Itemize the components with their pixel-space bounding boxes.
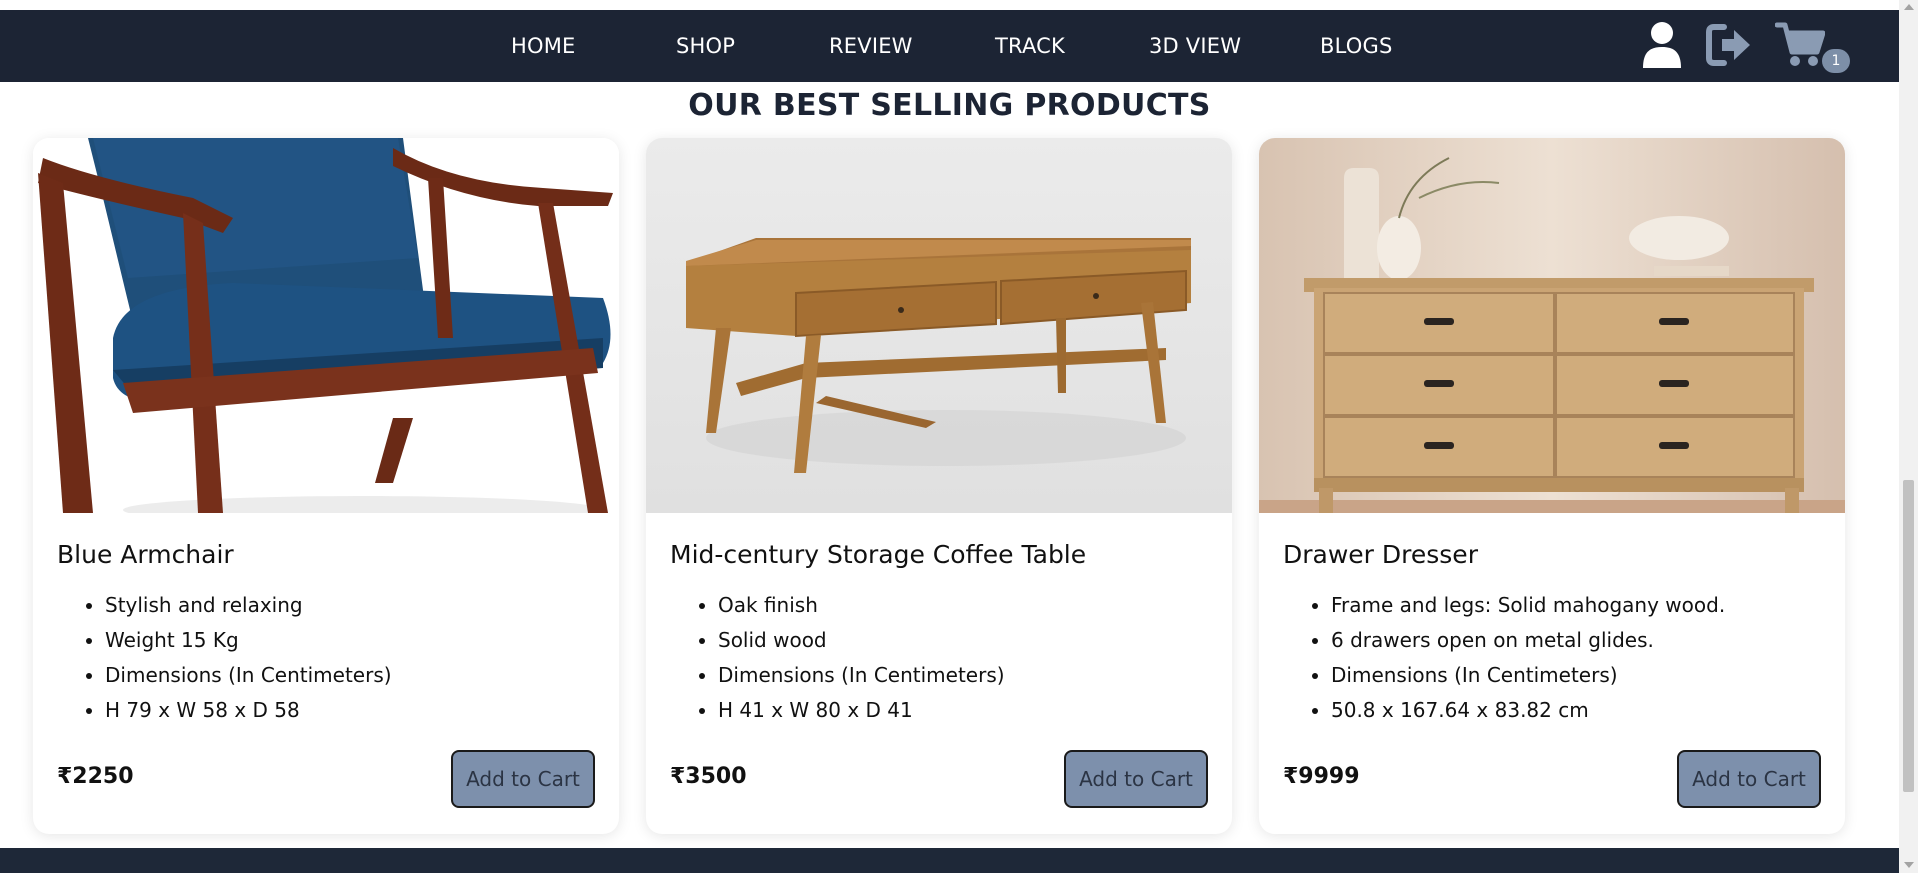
- product-card: Mid-century Storage Coffee Table Oak fin…: [646, 138, 1232, 834]
- nav-review[interactable]: REVIEW: [829, 10, 913, 82]
- blue-armchair-image: [33, 138, 619, 513]
- drawer-dresser-image: [1259, 138, 1845, 513]
- feature-item: Weight 15 Kg: [105, 623, 392, 658]
- scroll-up-arrow[interactable]: [1904, 4, 1914, 10]
- nav-track[interactable]: TRACK: [995, 10, 1065, 82]
- nav-blogs[interactable]: BLOGS: [1320, 10, 1393, 82]
- logout-icon[interactable]: [1706, 23, 1752, 67]
- product-name: Blue Armchair: [57, 540, 234, 569]
- product-features: Oak finish Solid wood Dimensions (In Cen…: [670, 588, 1005, 728]
- add-to-cart-button[interactable]: Add to Cart: [1064, 750, 1208, 808]
- product-features: Stylish and relaxing Weight 15 Kg Dimens…: [57, 588, 392, 728]
- product-price: ₹2250: [57, 764, 134, 789]
- add-to-cart-button[interactable]: Add to Cart: [451, 750, 595, 808]
- nav-home[interactable]: HOME: [511, 10, 576, 82]
- feature-item: 6 drawers open on metal glides.: [1331, 623, 1725, 658]
- nav-3d-view[interactable]: 3D VIEW: [1149, 10, 1241, 82]
- feature-item: Solid wood: [718, 623, 1005, 658]
- scroll-thumb[interactable]: [1903, 480, 1914, 792]
- feature-item: Oak finish: [718, 588, 1005, 623]
- product-features: Frame and legs: Solid mahogany wood. 6 d…: [1283, 588, 1725, 728]
- footer-bar: [0, 848, 1899, 873]
- product-card: Drawer Dresser Frame and legs: Solid mah…: [1259, 138, 1845, 834]
- product-name: Drawer Dresser: [1283, 540, 1478, 569]
- feature-item: Dimensions (In Centimeters): [105, 658, 392, 693]
- top-strip: [0, 0, 1899, 10]
- product-price: ₹9999: [1283, 764, 1360, 789]
- feature-item: 50.8 x 167.64 x 83.82 cm: [1331, 693, 1725, 728]
- product-price: ₹3500: [670, 764, 747, 789]
- section-title: OUR BEST SELLING PRODUCTS: [688, 88, 1211, 123]
- product-name: Mid-century Storage Coffee Table: [670, 540, 1087, 569]
- cart-count-badge: 1: [1822, 49, 1850, 73]
- feature-item: Dimensions (In Centimeters): [718, 658, 1005, 693]
- feature-item: Frame and legs: Solid mahogany wood.: [1331, 588, 1725, 623]
- user-icon[interactable]: [1641, 20, 1683, 70]
- scrollbar[interactable]: [1899, 0, 1918, 873]
- add-to-cart-button[interactable]: Add to Cart: [1677, 750, 1821, 808]
- nav-links: HOME SHOP REVIEW TRACK 3D VIEW BLOGS: [0, 10, 1899, 82]
- feature-item: Dimensions (In Centimeters): [1331, 658, 1725, 693]
- feature-item: Stylish and relaxing: [105, 588, 392, 623]
- feature-item: H 41 x W 80 x D 41: [718, 693, 1005, 728]
- cart-icon[interactable]: [1774, 20, 1826, 68]
- product-card: Blue Armchair Stylish and relaxing Weigh…: [33, 138, 619, 834]
- coffee-table-image: [646, 138, 1232, 513]
- navbar: HOME SHOP REVIEW TRACK 3D VIEW BLOGS 1: [0, 10, 1899, 82]
- scroll-down-arrow[interactable]: [1904, 862, 1914, 868]
- nav-shop[interactable]: SHOP: [676, 10, 735, 82]
- feature-item: H 79 x W 58 x D 58: [105, 693, 392, 728]
